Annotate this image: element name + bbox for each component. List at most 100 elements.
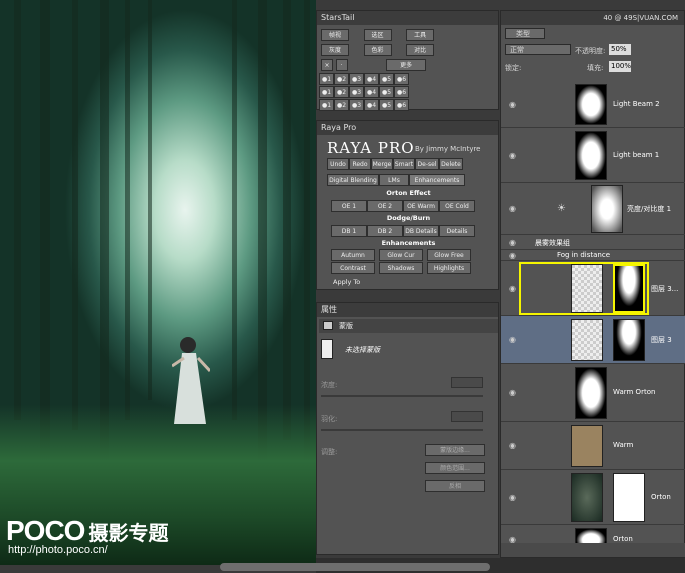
visibility-eye-icon[interactable]: ◉ [509, 100, 516, 109]
density-input[interactable] [451, 377, 483, 388]
redo-button[interactable]: Redo [349, 158, 371, 170]
visibility-eye-icon[interactable]: ◉ [509, 493, 516, 502]
opacity-input[interactable]: 50% [609, 44, 631, 55]
invert-button[interactable]: 反相 [425, 480, 485, 492]
density-slider[interactable] [321, 395, 483, 397]
raya-toolbar: Undo Redo Merge Smart De-sel Delete [327, 158, 463, 170]
tab-frame[interactable]: 帧视 [321, 29, 349, 41]
stars-grid-button[interactable]: ●5 [379, 73, 394, 85]
blend-mode-select[interactable]: 正常 [505, 44, 571, 55]
visibility-eye-icon[interactable]: ◉ [509, 238, 516, 247]
tab-digital-blending[interactable]: Digital Blending [327, 174, 379, 186]
visibility-eye-icon[interactable]: ◉ [509, 151, 516, 160]
db-details-button[interactable]: DB Details [403, 225, 439, 237]
color-range-button[interactable]: 颜色范围... [425, 462, 485, 474]
visibility-eye-icon[interactable]: ◉ [509, 441, 516, 450]
stars-grid-button[interactable]: ●6 [394, 99, 409, 111]
mask-label: 蒙版 [339, 322, 353, 330]
desel-button[interactable]: De-sel [415, 158, 439, 170]
mask-icon [323, 321, 333, 330]
layer-row[interactable]: ◉ Fog in distance [501, 250, 685, 261]
stars-grid-button[interactable]: ●1 [319, 86, 334, 98]
delete-button[interactable]: Delete [439, 158, 463, 170]
stars-grid-button[interactable]: ●3 [349, 86, 364, 98]
oe1-button[interactable]: OE 1 [331, 200, 367, 212]
glow-cur-button[interactable]: Glow Cur [379, 249, 423, 261]
properties-title: 属性 [317, 303, 498, 317]
horizontal-scrollbar[interactable] [220, 563, 490, 571]
stars-grid-button[interactable]: ●2 [334, 86, 349, 98]
layer-thumbnail [591, 185, 623, 233]
stars-grid-button[interactable]: ●4 [364, 99, 379, 111]
orton-title: Orton Effect [386, 189, 431, 197]
tab-selection[interactable]: 选区 [363, 29, 392, 41]
layer-row[interactable]: ◉ Light Beam 2 [501, 81, 685, 128]
undo-button[interactable]: Undo [327, 158, 349, 170]
stars-grid-button[interactable]: ●1 [319, 73, 334, 85]
stars-grid-button[interactable]: ●3 [349, 99, 364, 111]
stars-grid-button[interactable]: ●3 [349, 73, 364, 85]
tab-lms[interactable]: LMs [379, 174, 409, 186]
brightness-icon: ☀ [557, 203, 566, 214]
raya-panel-title: Raya Pro [317, 121, 498, 135]
stars-grid-button[interactable]: ●4 [364, 73, 379, 85]
layer-name: Fog in distance [557, 250, 610, 259]
stars-grid-button[interactable]: ●6 [394, 86, 409, 98]
watermark: POCO 摄影专题 http://photo.poco.cn/ [6, 515, 168, 556]
layer-thumbnail [575, 131, 607, 180]
stars-grid-button[interactable]: ●2 [334, 99, 349, 111]
enh-title: Enhancements [381, 239, 436, 247]
stars-grid-button[interactable]: ●5 [379, 99, 394, 111]
visibility-eye-icon[interactable]: ◉ [509, 335, 516, 344]
stars-tabs: 帧视 选区 工具 [321, 29, 435, 41]
oe-cold-button[interactable]: OE Cold [439, 200, 475, 212]
stars-grid-button[interactable]: ●5 [379, 86, 394, 98]
kind-filter[interactable]: 类型 [505, 28, 545, 39]
feather-slider[interactable] [321, 429, 483, 431]
tab-enhancements[interactable]: Enhancements [409, 174, 465, 186]
contrast-button[interactable]: Contrast [331, 262, 375, 274]
visibility-eye-icon[interactable]: ◉ [509, 388, 516, 397]
layer-row[interactable]: ◉ 图层 3 [501, 316, 685, 364]
more-button[interactable]: 更多 [386, 59, 427, 71]
oe2-button[interactable]: OE 2 [367, 200, 403, 212]
layer-row[interactable]: ◉ 晨雾效果组 [501, 235, 685, 250]
stars-grid-button[interactable]: ●1 [319, 99, 334, 111]
db2-button[interactable]: DB 2 [367, 225, 403, 237]
forest-photo: POCO 摄影专题 http://photo.poco.cn/ [0, 0, 316, 565]
watermark-tagline: 摄影专题 [88, 523, 169, 545]
stars-grid-button[interactable]: ●2 [334, 73, 349, 85]
stars-grid-button[interactable]: ●6 [394, 73, 409, 85]
smart-button[interactable]: Smart [393, 158, 415, 170]
oe-warm-button[interactable]: OE Warm [403, 200, 439, 212]
mask-edge-button[interactable]: 蒙版边缘... [425, 444, 485, 456]
layer-row[interactable]: ◉ Warm Orton [501, 364, 685, 422]
visibility-eye-icon[interactable]: ◉ [509, 204, 516, 213]
watermark-brand: POCO [6, 515, 85, 546]
tab-color[interactable]: 色彩 [363, 44, 392, 56]
glow-free-button[interactable]: Glow Free [427, 249, 471, 261]
layer-row[interactable]: ◉ Light beam 1 [501, 128, 685, 183]
lock-label: 锁定: [505, 64, 522, 72]
grid-icon[interactable]: · [335, 59, 348, 71]
layer-thumbnail [571, 319, 603, 361]
close-icon[interactable]: × [321, 59, 333, 71]
layer-row[interactable]: ◉ 图层 3... [501, 261, 685, 316]
details-button[interactable]: Details [439, 225, 475, 237]
feather-input[interactable] [451, 411, 483, 422]
fill-input[interactable]: 100% [609, 61, 631, 72]
merge-button[interactable]: Merge [371, 158, 393, 170]
stars-grid-button[interactable]: ●4 [364, 86, 379, 98]
highlights-button[interactable]: Highlights [427, 262, 471, 274]
visibility-eye-icon[interactable]: ◉ [509, 251, 516, 260]
db1-button[interactable]: DB 1 [331, 225, 367, 237]
layer-row[interactable]: ◉ Orton [501, 470, 685, 525]
tab-tools[interactable]: 工具 [406, 29, 435, 41]
shadows-button[interactable]: Shadows [379, 262, 423, 274]
tab-gray[interactable]: 灰度 [321, 44, 349, 56]
layer-row[interactable]: ◉ ☀ 亮度/对比度 1 [501, 183, 685, 235]
autumn-button[interactable]: Autumn [331, 249, 375, 261]
layer-row[interactable]: ◉ Warm [501, 422, 685, 470]
visibility-eye-icon[interactable]: ◉ [509, 284, 516, 293]
tab-contrast[interactable]: 对比 [406, 44, 435, 56]
